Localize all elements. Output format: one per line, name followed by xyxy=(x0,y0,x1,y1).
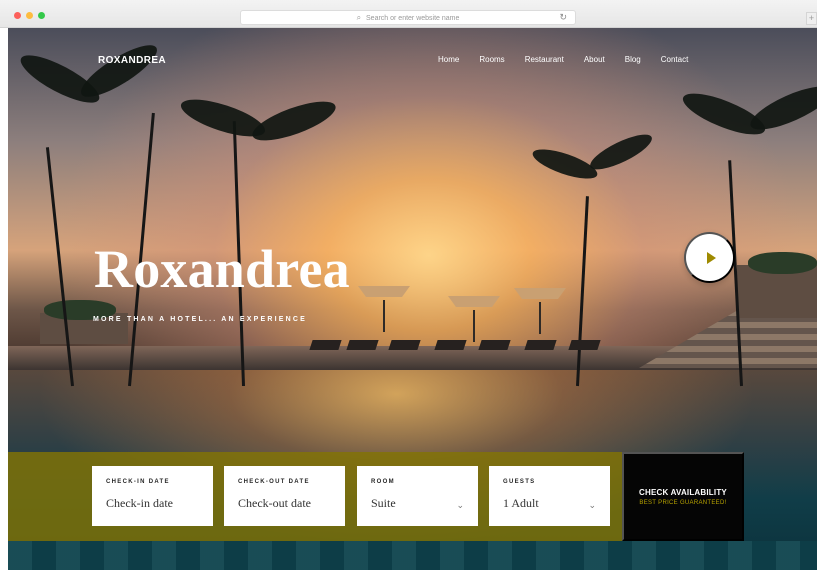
lounge-chair-image xyxy=(478,340,511,350)
reload-icon[interactable]: ↻ xyxy=(559,11,567,24)
nav-about-link[interactable]: About xyxy=(584,55,605,64)
play-icon xyxy=(706,251,716,264)
site-logo[interactable]: ROXANDREA xyxy=(98,55,166,66)
browser-chrome: ⌕ Search or enter website name ↻ + xyxy=(0,0,817,28)
nav-blog-link[interactable]: Blog xyxy=(625,55,641,64)
lounge-chair-image xyxy=(524,340,557,350)
chevron-down-icon: ⌄ xyxy=(588,500,596,510)
nav-rooms-link[interactable]: Rooms xyxy=(479,55,504,64)
guests-select[interactable]: GUESTS 1 Adult ⌄ xyxy=(489,466,610,526)
hero-tagline: MORE THAN A HOTEL... AN EXPERIENCE xyxy=(93,316,308,323)
hero-title: Roxandrea xyxy=(94,239,350,299)
check-in-value: Check-in date xyxy=(106,496,173,510)
nav-home-link[interactable]: Home xyxy=(438,55,459,64)
chevron-down-icon: ⌄ xyxy=(456,500,464,510)
check-availability-button[interactable]: CHECK AVAILABILITY BEST PRICE GUARANTEED… xyxy=(622,452,744,541)
palm-frond-image xyxy=(248,93,340,149)
check-in-label: CHECK-IN DATE xyxy=(106,479,170,485)
room-label: ROOM xyxy=(371,479,395,485)
palm-frond-image xyxy=(586,128,656,176)
search-icon: ⌕ xyxy=(356,13,362,22)
guests-value: 1 Adult xyxy=(503,496,539,510)
best-price-label: BEST PRICE GUARANTEED! xyxy=(639,499,727,506)
lounge-chair-image xyxy=(434,340,467,350)
address-placeholder: Search or enter website name xyxy=(366,15,460,22)
guests-label: GUESTS xyxy=(503,479,536,485)
zoom-window-button[interactable] xyxy=(38,12,45,19)
umbrella-image xyxy=(448,296,500,342)
check-out-field[interactable]: CHECK-OUT DATE Check-out date xyxy=(224,466,345,526)
check-out-value: Check-out date xyxy=(238,496,311,510)
lounge-chair-image xyxy=(309,340,342,350)
check-in-field[interactable]: CHECK-IN DATE Check-in date xyxy=(92,466,213,526)
minimize-window-button[interactable] xyxy=(26,12,33,19)
lounge-chair-image xyxy=(388,340,421,350)
nav-restaurant-link[interactable]: Restaurant xyxy=(525,55,564,64)
new-tab-icon[interactable]: + xyxy=(806,12,817,25)
check-out-label: CHECK-OUT DATE xyxy=(238,479,310,485)
nav-contact-link[interactable]: Contact xyxy=(661,55,689,64)
lounge-chair-image xyxy=(346,340,379,350)
check-availability-label: CHECK AVAILABILITY xyxy=(639,487,727,497)
pool-tiles-image xyxy=(8,541,817,570)
umbrella-image xyxy=(514,288,566,334)
video-play-button[interactable] xyxy=(684,232,735,283)
room-value: Suite xyxy=(371,496,396,510)
room-select[interactable]: ROOM Suite ⌄ xyxy=(357,466,478,526)
close-window-button[interactable] xyxy=(14,12,21,19)
shrub-image xyxy=(748,252,817,274)
main-nav: Home Rooms Restaurant About Blog Contact xyxy=(438,55,688,64)
lounge-chair-image xyxy=(568,340,601,350)
umbrella-image xyxy=(358,286,410,332)
palm-frond-image xyxy=(745,78,817,138)
palm-frond-image xyxy=(74,36,164,106)
address-bar[interactable]: ⌕ Search or enter website name ↻ xyxy=(240,10,576,25)
